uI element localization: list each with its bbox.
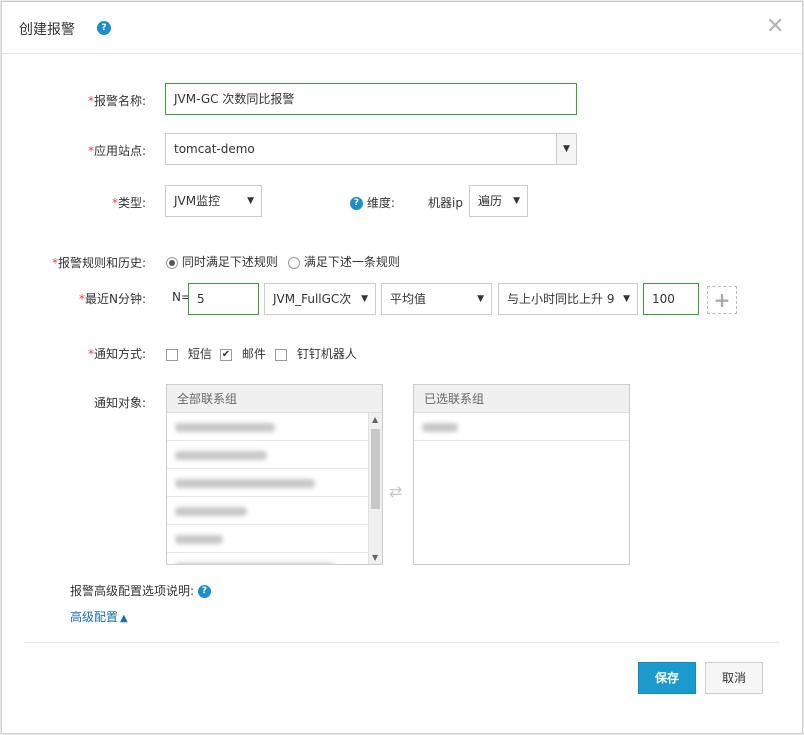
chevron-down-icon: ▼ (623, 294, 630, 304)
list-item[interactable] (167, 469, 382, 497)
question-circle-icon[interactable]: ? (97, 21, 111, 35)
notify-email-checkbox[interactable]: ✔ 邮件 (220, 345, 266, 362)
scrollbar[interactable]: ▲ ▼ (368, 413, 382, 564)
aggregate-select-value: 平均值 (390, 292, 427, 306)
list-item[interactable] (167, 525, 382, 553)
rule-all-radio[interactable]: 同时满足下述规则 (166, 253, 278, 270)
advanced-desc-label: 报警高级配置选项说明: ? (70, 582, 211, 599)
aggregate-select[interactable]: 平均值 ▼ (381, 283, 492, 315)
advanced-config-toggle[interactable]: 高级配置 ▲ (70, 608, 128, 625)
all-groups-list[interactable]: 全部联系组 ▲ ▼ (166, 384, 383, 565)
list-item[interactable] (167, 441, 382, 469)
type-select[interactable]: JVM监控 ▼ (165, 185, 262, 217)
compare-select[interactable]: 与上小时同比上升 9 ▼ (498, 283, 638, 315)
checkbox-unchecked-icon[interactable] (166, 348, 178, 361)
n-minutes-input[interactable]: 5 (188, 283, 259, 315)
threshold-input[interactable]: 100 (643, 283, 699, 315)
targets-label: 通知对象: (93, 396, 146, 410)
dialog-title-text: 创建报警 (19, 22, 75, 38)
list-item[interactable] (414, 413, 629, 441)
footer-divider (24, 642, 780, 643)
site-select-value: tomcat-demo (174, 142, 255, 156)
dimension-label: ? 维度: (350, 194, 395, 211)
compare-select-value: 与上小时同比上升 9 (507, 292, 615, 306)
all-groups-header: 全部联系组 (167, 385, 382, 413)
dimension-sub-label: 机器ip (428, 196, 463, 210)
plus-icon: + (713, 288, 731, 312)
list-item[interactable] (167, 497, 382, 525)
dimension-select-value: 遍历 (478, 194, 503, 208)
checkbox-unchecked-icon[interactable] (275, 348, 287, 361)
dialog-title: 创建报警 ? (19, 19, 111, 39)
chevron-down-icon: ▼ (247, 196, 254, 206)
checkbox-checked-icon[interactable]: ✔ (220, 348, 232, 361)
create-alert-dialog: 创建报警 ? ✕ *报警名称: JVM-GC 次数同比报警 *应用站点: tom… (1, 1, 803, 734)
type-select-value: JVM监控 (174, 194, 221, 208)
scroll-up-icon[interactable]: ▲ (372, 415, 378, 424)
site-label: *应用站点: (87, 144, 146, 158)
transfer-arrows-icon[interactable]: ⇄ (389, 482, 402, 501)
list-item[interactable] (167, 553, 382, 564)
scroll-thumb[interactable] (371, 429, 380, 509)
site-select[interactable]: tomcat-demo ▼ (165, 133, 577, 165)
add-rule-button[interactable]: + (707, 286, 737, 314)
selected-groups-header: 已选联系组 (414, 385, 629, 413)
notify-dingtalk-checkbox[interactable]: 钉钉机器人 (275, 345, 357, 362)
rule-any-radio[interactable]: 满足下述一条规则 (288, 253, 400, 270)
dimension-select[interactable]: 遍历 ▼ (469, 185, 528, 217)
radio-selected-icon[interactable] (166, 256, 178, 269)
notify-label: *通知方式: (87, 347, 146, 361)
question-circle-icon[interactable]: ? (350, 197, 363, 210)
metric-select-value: JVM_FullGC次 (273, 292, 352, 306)
save-button[interactable]: 保存 (638, 662, 696, 694)
chevron-down-icon: ▼ (361, 294, 368, 304)
type-label: *类型: (111, 196, 146, 210)
dialog-header: 创建报警 ? ✕ (2, 2, 802, 54)
chevron-down-icon[interactable]: ▼ (556, 134, 576, 164)
notify-sms-checkbox[interactable]: 短信 (166, 345, 212, 362)
radio-unselected-icon[interactable] (288, 256, 300, 269)
chevron-down-icon: ▼ (513, 196, 520, 206)
name-label: *报警名称: (87, 94, 146, 108)
chevron-down-icon: ▼ (477, 294, 484, 304)
list-item[interactable] (167, 413, 382, 441)
question-circle-icon[interactable]: ? (197, 585, 211, 598)
selected-groups-list[interactable]: 已选联系组 (413, 384, 630, 565)
cancel-button[interactable]: 取消 (705, 662, 763, 694)
metric-select[interactable]: JVM_FullGC次 ▼ (264, 283, 376, 315)
chevron-up-icon: ▲ (120, 613, 128, 624)
recent-n-label: *最近N分钟: (78, 292, 146, 306)
alert-name-input[interactable]: JVM-GC 次数同比报警 (165, 83, 577, 115)
rule-history-label: *报警规则和历史: (51, 256, 146, 270)
close-icon[interactable]: ✕ (766, 16, 784, 38)
scroll-down-icon[interactable]: ▼ (372, 553, 378, 562)
